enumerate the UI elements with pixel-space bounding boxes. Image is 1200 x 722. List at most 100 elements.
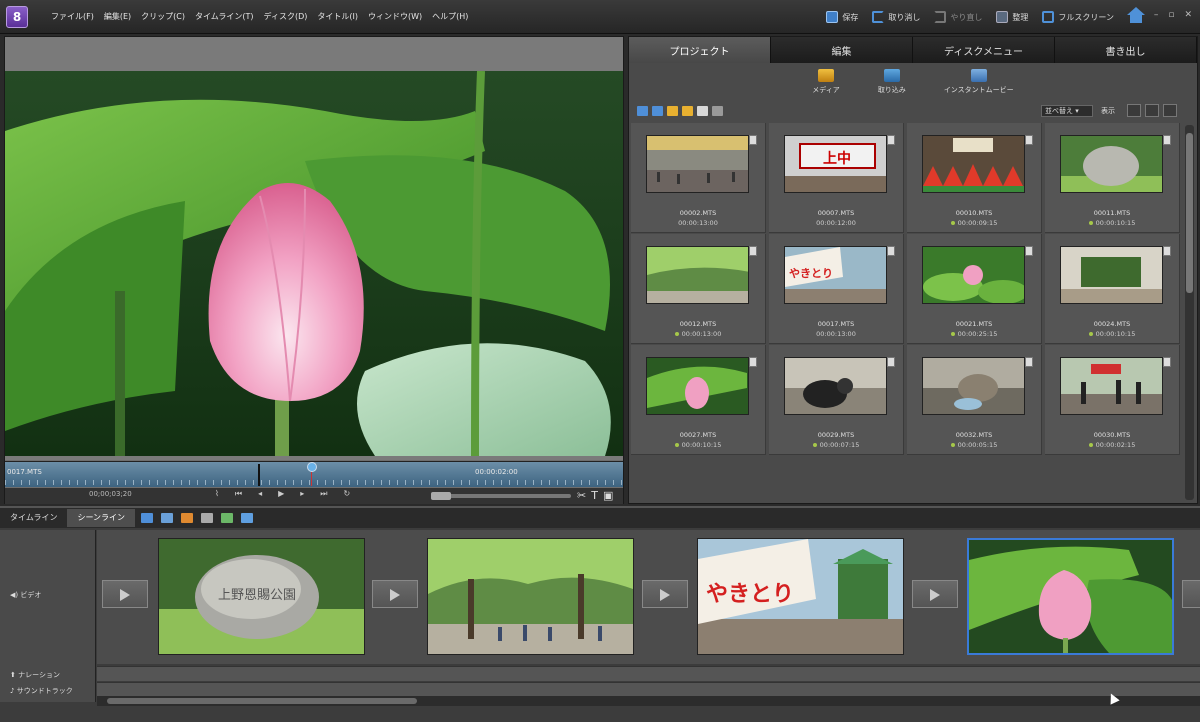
- clip-menu-icon[interactable]: [1163, 357, 1171, 367]
- scene-clip[interactable]: やきとり: [697, 538, 904, 655]
- media-clip-item[interactable]: 00021.MTS 00:00:25:15: [907, 234, 1042, 344]
- media-clip-item[interactable]: 上中 00007.MTS 00:00:12:00: [769, 123, 904, 233]
- track-label-video[interactable]: ◀) ビデオ: [10, 590, 41, 600]
- clip-boundary-marker[interactable]: [258, 464, 260, 486]
- grid-view-icon[interactable]: [652, 106, 663, 116]
- go-to-start-icon[interactable]: ⏮: [235, 489, 242, 499]
- media-clip-item[interactable]: 00002.MTS 00:00:13:00: [631, 123, 766, 233]
- media-clip-item[interactable]: 00010.MTS 00:00:09:15: [907, 123, 1042, 233]
- clip-thumbnail[interactable]: [646, 246, 749, 304]
- minimize-icon[interactable]: –: [1154, 10, 1159, 20]
- volume-slider-knob[interactable]: [431, 492, 451, 500]
- menu-marker-icon[interactable]: [241, 513, 254, 523]
- clip-thumbnail[interactable]: [1060, 246, 1163, 304]
- smart-trim-icon[interactable]: [161, 513, 174, 523]
- media-button[interactable]: メディア: [812, 69, 840, 101]
- clip-menu-icon[interactable]: [887, 357, 895, 367]
- organize-button[interactable]: 整理: [996, 11, 1028, 23]
- camera-icon[interactable]: ▣: [603, 489, 613, 502]
- tab-edit[interactable]: 編集: [771, 37, 913, 63]
- go-to-end-icon[interactable]: ⏭: [320, 489, 327, 499]
- media-clip-item[interactable]: 00012.MTS 00:00:13:00: [631, 234, 766, 344]
- filter-icon[interactable]: [1145, 104, 1159, 117]
- restore-icon[interactable]: ▫: [1168, 10, 1174, 20]
- media-clip-item[interactable]: 00024.MTS 00:00:10:15: [1045, 234, 1180, 344]
- clip-thumbnail[interactable]: [646, 357, 749, 415]
- menu-help[interactable]: ヘルプ(H): [427, 11, 473, 22]
- audio-mixer-icon[interactable]: [221, 513, 234, 523]
- media-clip-item[interactable]: 00011.MTS 00:00:10:15: [1045, 123, 1180, 233]
- clip-menu-icon[interactable]: [749, 357, 757, 367]
- clip-menu-icon[interactable]: [1025, 246, 1033, 256]
- scene-clip[interactable]: 上野恩賜公園: [158, 538, 365, 655]
- clip-menu-icon[interactable]: [1025, 357, 1033, 367]
- timeline-scrollbar-thumb[interactable]: [107, 698, 417, 704]
- clip-thumbnail[interactable]: [922, 246, 1025, 304]
- playhead-handle[interactable]: [307, 462, 317, 472]
- media-clip-item[interactable]: 00032.MTS 00:00:05:15: [907, 345, 1042, 455]
- clip-thumbnail[interactable]: [922, 135, 1025, 193]
- tab-share[interactable]: 書き出し: [1055, 37, 1197, 63]
- scene-clip[interactable]: [427, 538, 634, 655]
- home-icon[interactable]: [1126, 7, 1146, 25]
- tab-sceneline[interactable]: シーンライン: [67, 509, 136, 527]
- media-clip-item[interactable]: 00029.MTS 00:00:07:15: [769, 345, 904, 455]
- new-folder-icon[interactable]: [682, 106, 693, 116]
- clip-thumbnail[interactable]: やきとり: [784, 246, 887, 304]
- save-button[interactable]: 保存: [826, 11, 858, 23]
- transition-slot[interactable]: [372, 580, 418, 608]
- folder-icon[interactable]: [667, 106, 678, 116]
- thumbnail-size-icon[interactable]: [1127, 104, 1141, 117]
- menu-title[interactable]: タイトル(I): [312, 11, 363, 22]
- trash-icon[interactable]: [712, 106, 723, 116]
- step-forward-icon[interactable]: ▸: [300, 489, 304, 499]
- media-scrollbar[interactable]: [1185, 125, 1194, 500]
- clip-thumbnail[interactable]: 上中: [784, 135, 887, 193]
- volume-slider[interactable]: [431, 492, 571, 500]
- media-scrollbar-thumb[interactable]: [1186, 133, 1193, 293]
- transition-slot[interactable]: [102, 580, 148, 608]
- scene-clip-selected[interactable]: [967, 538, 1174, 655]
- tab-disc-menu[interactable]: ディスクメニュー: [913, 37, 1055, 63]
- menu-window[interactable]: ウィンドウ(W): [363, 11, 427, 22]
- menu-disc[interactable]: ディスク(D): [259, 11, 313, 22]
- media-clip-item[interactable]: やきとり 00017.MTS 00:00:13:00: [769, 234, 904, 344]
- import-button[interactable]: 取り込み: [878, 69, 906, 101]
- track-label-narration[interactable]: ⬆ ナレーション: [10, 670, 60, 680]
- clip-menu-icon[interactable]: [887, 135, 895, 145]
- instant-movie-button[interactable]: インスタントムービー: [944, 69, 1014, 101]
- tab-project[interactable]: プロジェクト: [629, 37, 771, 63]
- media-clip-item[interactable]: 00027.MTS 00:00:10:15: [631, 345, 766, 455]
- narration-track[interactable]: [97, 666, 1200, 681]
- clip-menu-icon[interactable]: [749, 135, 757, 145]
- transition-slot[interactable]: [1182, 580, 1200, 608]
- close-icon[interactable]: ✕: [1184, 10, 1192, 20]
- scene-view-icon[interactable]: [141, 513, 154, 523]
- new-item-icon[interactable]: [697, 106, 708, 116]
- clip-menu-icon[interactable]: [1163, 246, 1171, 256]
- sort-dropdown[interactable]: 並べ替え ▾: [1041, 105, 1093, 117]
- clip-thumbnail[interactable]: [1060, 135, 1163, 193]
- track-label-soundtrack[interactable]: ♪ サウンドトラック: [10, 686, 73, 696]
- transition-slot[interactable]: [912, 580, 958, 608]
- fullscreen-button[interactable]: フルスクリーン: [1042, 11, 1114, 23]
- text-tool-icon[interactable]: T: [591, 489, 598, 502]
- step-back-icon[interactable]: ◂: [258, 489, 262, 499]
- marker-icon[interactable]: [201, 513, 214, 523]
- timeline-scrollbar[interactable]: [97, 696, 1200, 706]
- transition-slot[interactable]: [642, 580, 688, 608]
- tab-timeline[interactable]: タイムライン: [0, 509, 67, 527]
- scissors-icon[interactable]: ✂: [577, 489, 586, 502]
- play-icon[interactable]: ▶: [278, 489, 284, 499]
- effects-icon[interactable]: [181, 513, 194, 523]
- redo-button[interactable]: やり直し: [934, 11, 982, 23]
- preview-scrubber[interactable]: 0017.MTS 00:00:02:00: [5, 461, 623, 487]
- clip-menu-icon[interactable]: [749, 246, 757, 256]
- clip-thumbnail[interactable]: [922, 357, 1025, 415]
- clip-menu-icon[interactable]: [1163, 135, 1171, 145]
- menu-timeline[interactable]: タイムライン(T): [190, 11, 259, 22]
- media-clip-item[interactable]: 00030.MTS 00:00:02:15: [1045, 345, 1180, 455]
- clip-menu-icon[interactable]: [1025, 135, 1033, 145]
- menu-clip[interactable]: クリップ(C): [136, 11, 190, 22]
- list-view-icon[interactable]: [637, 106, 648, 116]
